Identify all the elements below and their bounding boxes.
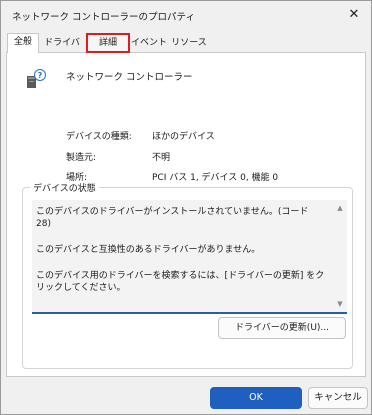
svg-text:?: ?: [38, 71, 43, 80]
title-bar: ネットワーク コントローラーのプロパティ ✕: [1, 1, 371, 29]
window-title: ネットワーク コントローラーのプロパティ: [12, 12, 195, 23]
tab-resources[interactable]: リソース: [171, 35, 207, 51]
ok-button[interactable]: OK: [210, 387, 302, 409]
tab-general[interactable]: 全般: [7, 33, 39, 53]
device-status-label: デバイスの状態: [30, 181, 99, 194]
general-tab-panel: ? ネットワーク コントローラー デバイスの種類: ほかのデバイス 製造元: 不…: [6, 52, 366, 377]
status-line: このデバイスのドライバーがインストールされていません。(コード 28): [36, 207, 309, 229]
location-value: PCI バス 1, デバイス 0, 機能 0: [152, 173, 279, 183]
device-type-value: ほかのデバイス: [152, 132, 215, 142]
tab-events[interactable]: イベント: [129, 35, 169, 51]
close-icon[interactable]: ✕: [343, 4, 365, 26]
tab-driver[interactable]: ドライバー: [40, 35, 84, 64]
tab-details[interactable]: 詳細: [86, 33, 130, 53]
scroll-down-arrow-icon[interactable]: ▼: [336, 300, 344, 308]
network-device-unknown-icon: ?: [27, 69, 46, 88]
device-type-label: デバイスの種類:: [66, 132, 132, 142]
device-name: ネットワーク コントローラー: [66, 72, 193, 83]
manufacturer-label: 製造元:: [66, 153, 97, 163]
status-textbox[interactable]: このデバイスのドライバーがインストールされていません。(コード 28) このデバ…: [32, 200, 347, 314]
properties-dialog: ネットワーク コントローラーのプロパティ ✕ 全般 ドライバー 詳細 イベント …: [0, 0, 372, 415]
cancel-button[interactable]: キャンセル: [308, 387, 368, 409]
manufacturer-value: 不明: [152, 153, 171, 163]
status-line: このデバイスと互換性のあるドライバーがありません。: [36, 245, 261, 255]
scroll-up-arrow-icon[interactable]: ▲: [336, 204, 344, 212]
device-status-group: デバイスの状態 このデバイスのドライバーがインストールされていません。(コード …: [22, 181, 353, 369]
status-line: このデバイス用のドライバーを検索するには、[ドライバーの更新] をクリックしてく…: [36, 271, 325, 293]
update-driver-button[interactable]: ドライバーの更新(U)...: [218, 317, 346, 339]
tab-strip: 全般 ドライバー 詳細 イベント リソース: [7, 33, 367, 64]
status-text: このデバイスのドライバーがインストールされていません。(コード 28) このデバ…: [36, 206, 326, 308]
